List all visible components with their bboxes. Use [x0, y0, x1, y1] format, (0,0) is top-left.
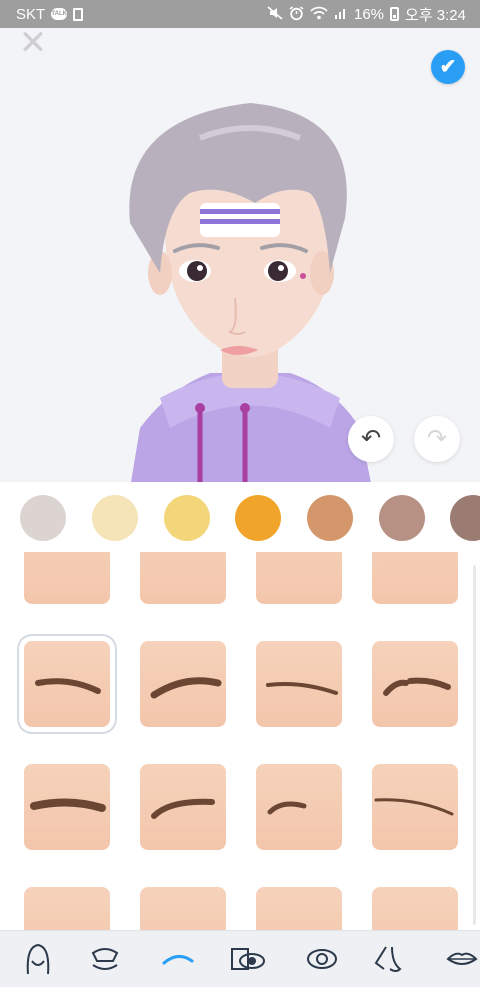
lips-tab-icon[interactable] — [442, 939, 480, 979]
eyebrow-stroke — [30, 798, 106, 812]
eyebrow-shape — [266, 682, 338, 695]
undo-button[interactable]: ↶ — [348, 416, 394, 462]
eyebrow-option-sharp-arch[interactable] — [140, 764, 226, 850]
eyebrow-shape — [372, 552, 458, 604]
confirm-button[interactable]: ✔ — [431, 50, 465, 84]
eyes-tab-icon[interactable] — [302, 939, 342, 979]
eyebrow-shape — [35, 678, 101, 694]
eyebrow-shape — [374, 798, 454, 816]
hair-tab-icon[interactable] — [85, 939, 125, 979]
eyebrow-option-short-tail[interactable] — [256, 764, 342, 850]
eyebrow-style-grid — [0, 552, 480, 930]
sim-icon — [73, 7, 84, 21]
color-swatch[interactable] — [450, 495, 480, 541]
eyebrow-shape — [256, 552, 342, 604]
eyebrow-shape — [256, 887, 342, 930]
eyebrow-shape — [30, 798, 106, 812]
avatar-preview: ✕ ✔ ↶ ↷ — [0, 28, 480, 482]
eyebrow-option-partial-a[interactable] — [24, 887, 110, 930]
color-swatch[interactable] — [20, 495, 66, 541]
alarm-icon — [289, 5, 304, 23]
color-swatch[interactable] — [92, 495, 138, 541]
avatar-illustration — [129, 103, 371, 482]
feature-toolbar — [0, 930, 480, 987]
eyebrow-option-high-arch[interactable] — [140, 641, 226, 727]
face-shape-tab-icon[interactable] — [18, 939, 58, 979]
eyebrow-shape — [372, 887, 458, 930]
eyebrow-stroke — [383, 677, 451, 696]
eyebrow-stroke — [267, 801, 307, 815]
kakaotalk-icon: TALK — [51, 8, 68, 20]
status-right: 16% 오후 3:24 — [267, 4, 466, 25]
status-bar: SKT TALK 16% 오후 3:24 — [0, 0, 480, 28]
eyebrow-option-partial-flat[interactable] — [256, 552, 342, 604]
nose-tab-icon[interactable] — [370, 939, 410, 979]
eyebrow-shape — [24, 887, 110, 930]
mute-icon — [267, 6, 283, 22]
eyebrow-option-long-thin[interactable] — [372, 764, 458, 850]
eyebrow-option-straight-thin[interactable] — [256, 641, 342, 727]
color-swatch[interactable] — [307, 495, 353, 541]
eyebrow-shape — [151, 798, 215, 819]
color-swatch[interactable] — [235, 495, 281, 541]
eyebrow-shape — [140, 552, 226, 604]
eyebrow-shape — [150, 677, 222, 699]
eyebrow-shape — [383, 677, 451, 696]
eyebrow-option-partial-arched[interactable] — [140, 552, 226, 604]
eyebrow-option-partial-b[interactable] — [140, 887, 226, 930]
close-button[interactable]: ✕ — [18, 28, 48, 60]
eyebrow-editor-screen: SKT TALK 16% 오후 3:24 ✕ ✔ ↶ ↷ — [0, 0, 480, 987]
status-left: SKT TALK — [16, 5, 84, 23]
eyebrow-option-partial-flat-thin[interactable] — [372, 552, 458, 604]
eyebrow-stroke — [151, 798, 215, 819]
eye-makeup-tab-icon[interactable] — [228, 939, 268, 979]
eyebrow-option-broken-arch[interactable] — [372, 641, 458, 727]
eyebrow-option-partial-d[interactable] — [372, 887, 458, 930]
color-swatch[interactable] — [379, 495, 425, 541]
eyebrow-shape — [140, 887, 226, 930]
color-swatch[interactable] — [164, 495, 210, 541]
eyebrow-stroke — [266, 682, 338, 695]
eyebrow-option-soft-arch[interactable] — [24, 641, 110, 727]
battery-percent: 16% — [354, 5, 385, 23]
eyebrow-option-partial-straight[interactable] — [24, 552, 110, 604]
clock: 오후 3:24 — [405, 6, 466, 24]
eyebrow-stroke — [374, 798, 454, 816]
wifi-icon — [310, 6, 328, 22]
signal-icon — [334, 6, 348, 22]
eyebrow-option-partial-c[interactable] — [256, 887, 342, 930]
eyebrow-tab-icon[interactable] — [158, 939, 198, 979]
grid-scrollbar[interactable] — [473, 565, 476, 925]
eyebrow-shape — [24, 552, 110, 604]
carrier-label: SKT — [16, 5, 46, 23]
eyebrow-shape — [267, 801, 307, 815]
eyebrow-stroke — [35, 678, 101, 694]
redo-button[interactable]: ↷ — [414, 416, 460, 462]
battery-icon — [390, 7, 400, 21]
color-swatch-row — [0, 482, 480, 552]
eyebrow-option-thick-straight[interactable] — [24, 764, 110, 850]
eyebrow-stroke — [150, 677, 222, 699]
